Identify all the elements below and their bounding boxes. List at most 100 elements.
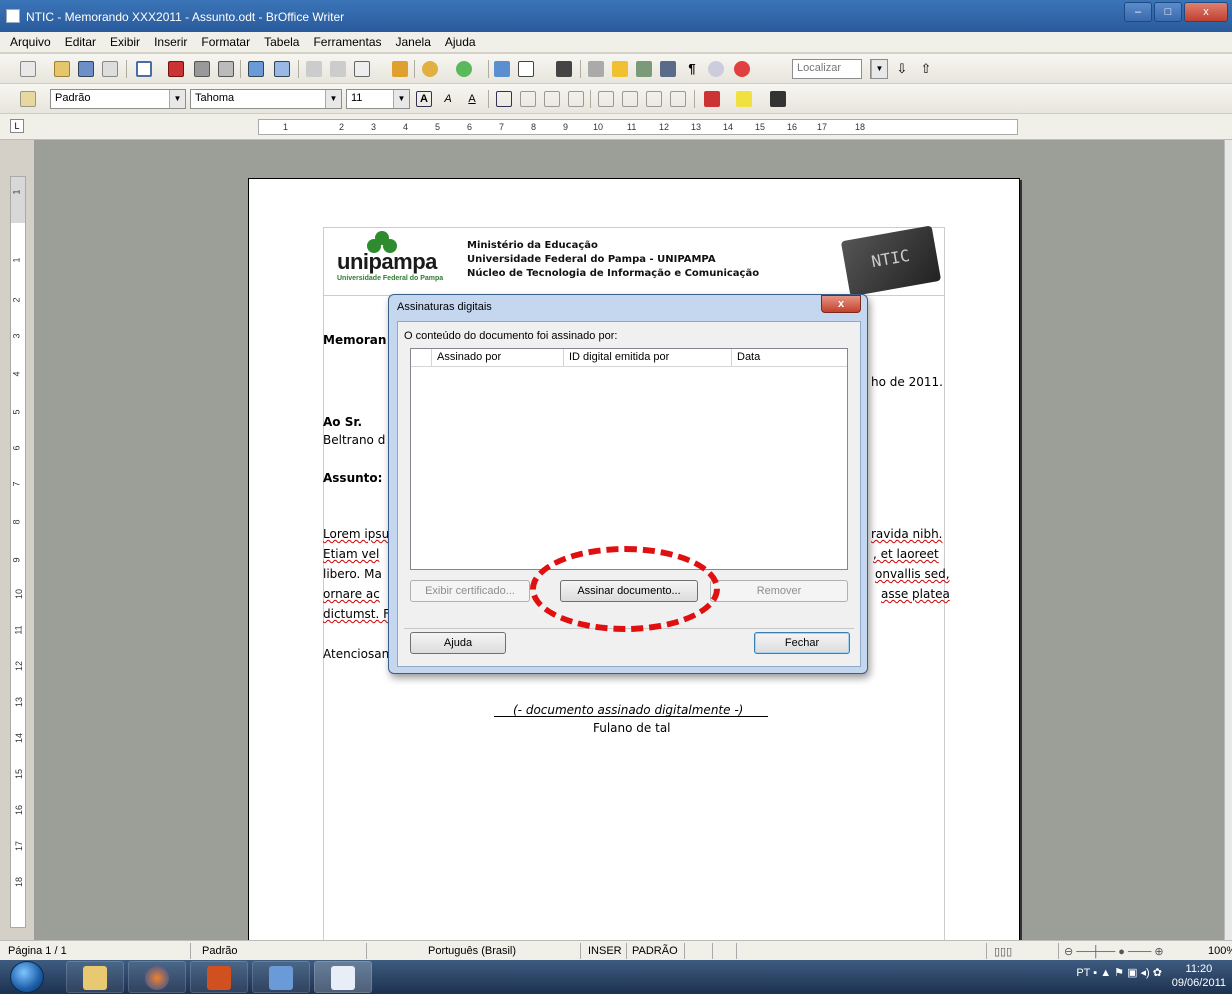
edit-mode-icon[interactable] (136, 61, 152, 77)
close-window-button[interactable]: x (1184, 2, 1228, 22)
new-document-icon[interactable] (20, 61, 36, 77)
start-button[interactable] (10, 961, 44, 993)
help-button[interactable]: Ajuda (410, 632, 506, 654)
paste-icon[interactable] (354, 61, 370, 77)
paragraph-style-select[interactable]: Padrão ▼ (50, 89, 186, 109)
redo-icon[interactable] (456, 61, 472, 77)
chevron-down-icon: ▼ (871, 60, 887, 78)
copy-icon[interactable] (330, 61, 346, 77)
open-icon[interactable] (54, 61, 70, 77)
italic-icon[interactable]: A (440, 91, 456, 107)
numbering-icon[interactable] (598, 91, 614, 107)
underline-icon[interactable]: A (464, 91, 480, 107)
print-preview-icon[interactable] (218, 61, 234, 77)
tray-icons[interactable]: ▪ ▲ ⚑ ▣ ◂) ✿ (1093, 967, 1162, 979)
menu-editar[interactable]: Editar (65, 35, 96, 49)
menu-ajuda[interactable]: Ajuda (445, 35, 476, 49)
zoom-level[interactable]: 100% (1208, 945, 1232, 957)
table-icon[interactable] (518, 61, 534, 77)
bullets-icon[interactable] (622, 91, 638, 107)
column-date[interactable]: Data (737, 351, 760, 363)
tab-type-selector[interactable]: L (10, 119, 24, 133)
toolbar-separator (694, 90, 695, 108)
vertical-scrollbar[interactable] (1224, 140, 1232, 940)
taskbar-writer[interactable] (314, 961, 372, 993)
view-certificate-button[interactable]: Exibir certificado... (410, 580, 530, 602)
styles-formatting-icon[interactable] (20, 91, 36, 107)
align-right-icon[interactable] (544, 91, 560, 107)
undo-icon[interactable] (422, 61, 438, 77)
find-next-icon[interactable]: ⇩ (894, 61, 910, 77)
font-color-icon[interactable] (704, 91, 720, 107)
email-icon[interactable] (102, 61, 118, 77)
signer-name: Fulano de tal (593, 721, 671, 735)
menu-arquivo[interactable]: Arquivo (10, 35, 51, 49)
align-center-icon[interactable] (520, 91, 536, 107)
find-previous-icon[interactable]: ⇧ (918, 61, 934, 77)
ruler-mark: 6 (11, 445, 22, 451)
writer-app-icon (6, 9, 20, 23)
spellcheck-icon[interactable] (248, 61, 264, 77)
page-indicator[interactable]: Página 1 / 1 (8, 945, 67, 957)
toolbar-separator (488, 90, 489, 108)
page-style[interactable]: Padrão (202, 945, 237, 957)
hyperlink-icon[interactable] (494, 61, 510, 77)
taskbar-powerpoint[interactable] (190, 961, 248, 993)
menu-tabela[interactable]: Tabela (264, 35, 299, 49)
menu-janela[interactable]: Janela (396, 35, 431, 49)
minimize-button[interactable]: – (1124, 2, 1152, 22)
ruler-mark: 17 (14, 840, 25, 852)
close-dialog-button[interactable]: Fechar (754, 632, 850, 654)
export-pdf-icon[interactable] (168, 61, 184, 77)
find-input[interactable]: Localizar (792, 59, 862, 79)
signatures-list[interactable]: Assinado por ID digital emitida por Data (410, 348, 848, 570)
taskbar-pdf[interactable] (252, 961, 310, 993)
clock[interactable]: 11:20 09/06/2011 (1172, 962, 1226, 990)
maximize-button[interactable]: □ (1154, 2, 1182, 22)
ruler-mark: 16 (787, 122, 798, 132)
vertical-ruler[interactable]: 1 1 2 3 4 5 6 7 8 9 10 11 12 13 14 15 16… (10, 176, 26, 928)
autospellcheck-icon[interactable] (274, 61, 290, 77)
show-draw-functions-icon[interactable] (556, 61, 572, 77)
increase-indent-icon[interactable] (670, 91, 686, 107)
justify-icon[interactable] (568, 91, 584, 107)
menu-exibir[interactable]: Exibir (110, 35, 140, 49)
gallery-icon[interactable] (636, 61, 652, 77)
print-icon[interactable] (194, 61, 210, 77)
bold-icon[interactable]: A (416, 91, 432, 107)
input-language[interactable]: PT (1076, 967, 1090, 979)
align-left-icon[interactable] (496, 91, 512, 107)
menu-ferramentas[interactable]: Ferramentas (313, 35, 381, 49)
cut-icon[interactable] (306, 61, 322, 77)
find-replace-icon[interactable] (588, 61, 604, 77)
remove-signature-button[interactable]: Remover (710, 580, 848, 602)
font-size-select[interactable]: 11 ▼ (346, 89, 410, 109)
taskbar-firefox[interactable] (128, 961, 186, 993)
horizontal-ruler[interactable]: 1 2 3 4 5 6 7 8 9 10 11 12 13 14 15 16 1… (258, 119, 1018, 135)
language-indicator[interactable]: Português (Brasil) (428, 945, 516, 957)
column-issued-by[interactable]: ID digital emitida por (569, 351, 669, 363)
pilcrow-icon[interactable]: ¶ (684, 61, 700, 77)
data-sources-icon[interactable] (660, 61, 676, 77)
find-options-dropdown[interactable]: ▼ (870, 59, 888, 79)
zoom-icon[interactable] (708, 61, 724, 77)
navigator-icon[interactable] (612, 61, 628, 77)
help-icon[interactable] (734, 61, 750, 77)
ruler-mark: 11 (13, 625, 24, 635)
selection-mode[interactable]: PADRÃO (632, 945, 678, 957)
format-paintbrush-icon[interactable] (392, 61, 408, 77)
view-layout-icon[interactable]: ▯▯▯ (994, 945, 1012, 958)
font-name-select[interactable]: Tahoma ▼ (190, 89, 342, 109)
menu-inserir[interactable]: Inserir (154, 35, 187, 49)
highlight-icon[interactable] (736, 91, 752, 107)
decrease-indent-icon[interactable] (646, 91, 662, 107)
menu-formatar[interactable]: Formatar (201, 35, 250, 49)
column-signed-by[interactable]: Assinado por (437, 351, 501, 363)
dialog-close-button[interactable]: x (821, 295, 861, 313)
save-icon[interactable] (78, 61, 94, 77)
insert-mode[interactable]: INSER (588, 945, 622, 957)
paragraph-style-value: Padrão (55, 92, 91, 104)
taskbar-explorer[interactable] (66, 961, 124, 993)
zoom-slider[interactable]: ⊖ ──┼── ● ─── ⊕ (1064, 945, 1164, 958)
background-color-icon[interactable] (770, 91, 786, 107)
